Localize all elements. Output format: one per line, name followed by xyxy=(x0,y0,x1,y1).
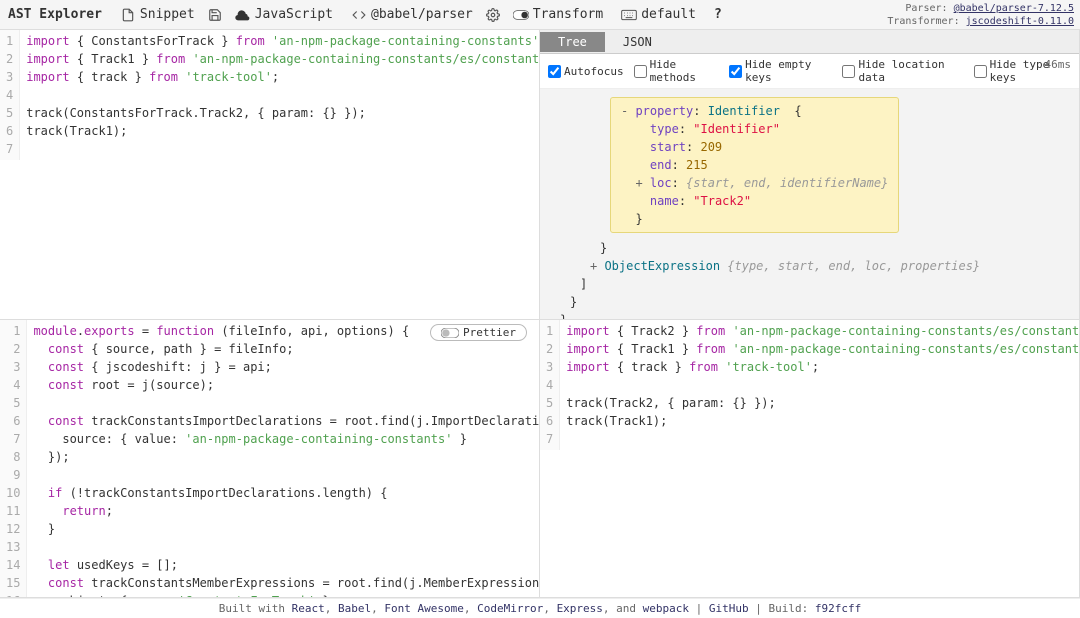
footer-link[interactable]: Express xyxy=(557,602,603,615)
footer-link[interactable]: React xyxy=(292,602,325,615)
toggle-off-icon xyxy=(441,328,459,338)
expand-icon[interactable]: + xyxy=(635,176,649,190)
footer: Built with React, Babel, Font Awesome, C… xyxy=(0,598,1080,618)
prettier-button[interactable]: Prettier xyxy=(430,324,527,341)
tree-options: Autofocus Hide methods Hide empty keys H… xyxy=(540,54,1079,89)
app-title: AST Explorer xyxy=(8,7,102,22)
expand-icon[interactable]: + xyxy=(590,259,604,273)
input-code-pane[interactable]: 1234567import { ConstantsForTrack } from… xyxy=(0,30,540,320)
save-icon[interactable] xyxy=(207,7,223,23)
collapse-icon[interactable]: - xyxy=(621,104,635,118)
help-button[interactable]: ? xyxy=(708,5,728,24)
footer-link[interactable]: Babel xyxy=(338,602,371,615)
keyboard-icon xyxy=(621,7,637,23)
hide-methods-checkbox[interactable] xyxy=(634,65,647,78)
opt-hide-methods[interactable]: Hide methods xyxy=(634,58,720,84)
cloud-icon xyxy=(235,7,251,23)
opt-autofocus[interactable]: Autofocus xyxy=(548,65,624,78)
file-icon xyxy=(120,7,136,23)
transform-code-pane[interactable]: Prettier 1234567891011121314151617181920… xyxy=(0,320,540,598)
autofocus-checkbox[interactable] xyxy=(548,65,561,78)
github-link[interactable]: GitHub xyxy=(709,602,749,615)
parser-menu[interactable]: @babel/parser xyxy=(345,5,479,25)
transformer-version-link[interactable]: jscodeshift-0.11.0 xyxy=(966,16,1074,27)
build-link[interactable]: f92fcff xyxy=(815,602,861,615)
hide-empty-checkbox[interactable] xyxy=(729,65,742,78)
transform-toggle[interactable]: Transform xyxy=(507,5,609,25)
code-icon xyxy=(351,7,367,23)
gear-icon[interactable] xyxy=(485,7,501,23)
ast-pane: Tree JSON 46ms Autofocus Hide methods Hi… xyxy=(540,30,1080,320)
preset-menu[interactable]: default xyxy=(615,5,702,25)
highlighted-node[interactable]: - property: Identifier { type: "Identifi… xyxy=(610,97,899,233)
output-tabs: Tree JSON xyxy=(540,30,1079,54)
footer-link[interactable]: Font Awesome xyxy=(384,602,463,615)
tab-tree[interactable]: Tree xyxy=(540,32,605,52)
footer-link[interactable]: webpack xyxy=(643,602,689,615)
snippet-menu[interactable]: Snippet xyxy=(114,5,201,25)
footer-link[interactable]: CodeMirror xyxy=(477,602,543,615)
version-info: Parser: @babel/parser-7.12.5 Transformer… xyxy=(887,2,1074,28)
opt-hide-location[interactable]: Hide location data xyxy=(842,58,963,84)
hide-location-checkbox[interactable] xyxy=(842,65,855,78)
output-code-pane[interactable]: 1234567import { Track2 } from 'an-npm-pa… xyxy=(540,320,1080,598)
parser-version-link[interactable]: @babel/parser-7.12.5 xyxy=(954,3,1074,14)
language-menu[interactable]: JavaScript xyxy=(229,5,339,25)
opt-hide-empty[interactable]: Hide empty keys xyxy=(729,58,832,84)
tab-json[interactable]: JSON xyxy=(605,32,670,52)
parse-timing: 46ms xyxy=(1045,58,1072,71)
hide-type-checkbox[interactable] xyxy=(974,65,987,78)
toggle-icon xyxy=(513,7,529,23)
ast-tree[interactable]: - property: Identifier { type: "Identifi… xyxy=(540,89,1079,320)
